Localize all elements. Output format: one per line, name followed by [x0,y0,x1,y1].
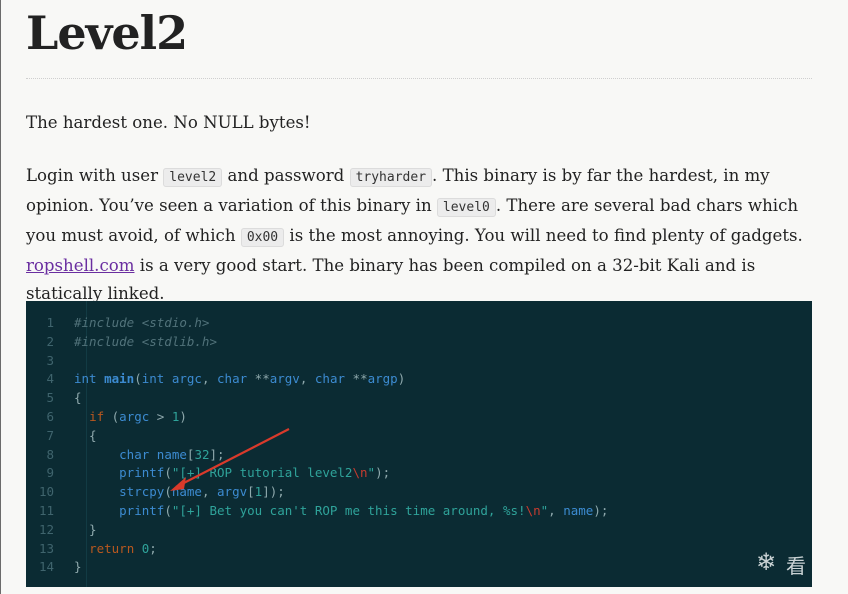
inline-code-level0: level0 [436,198,496,217]
left-border [0,0,1,594]
watermark: ❄ 看 [756,548,816,578]
ropshell-link[interactable]: ropshell.com [26,256,134,275]
text-run: is the most annoying. You will need to f… [284,226,803,245]
snowflake-icon: ❄ [756,548,777,576]
annotation-arrow [170,428,290,491]
inline-code-user: level2 [163,168,223,187]
title-divider [26,78,812,79]
watermark-text: 看 [786,554,806,578]
description-paragraph: Login with user level2 and password tryh… [26,162,816,308]
inline-code-null-byte: 0x00 [240,228,285,247]
inline-code-password: tryharder [349,168,433,187]
text-run: and password [222,166,350,185]
page-title: Level2 [26,6,188,60]
text-run: is a very good start. The binary has bee… [26,256,756,303]
text-run: Login with user [26,166,164,185]
intro-paragraph: The hardest one. No NULL bytes! [26,113,311,132]
code-block: 1 #include <stdio.h> 2 #include <stdlib.h> 3… [26,301,812,587]
